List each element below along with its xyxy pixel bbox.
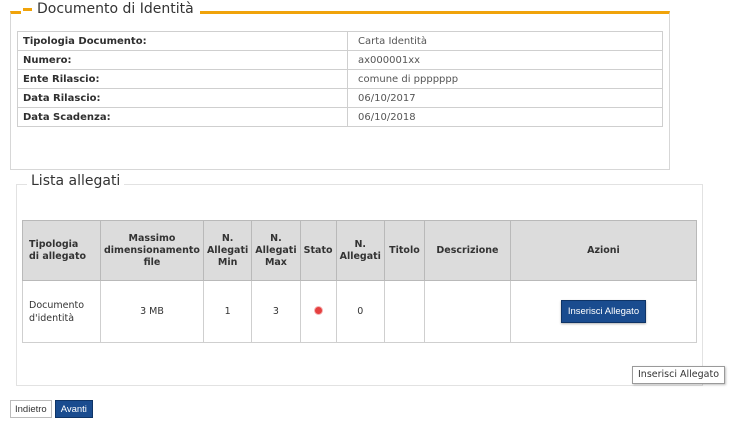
cell-titolo bbox=[383, 280, 425, 343]
info-row-numero: Numero: ax000001xx bbox=[17, 50, 663, 70]
info-row-data-rilascio: Data Rilascio: 06/10/2017 bbox=[17, 88, 663, 108]
info-row-data-scadenza: Data Scadenza: 06/10/2018 bbox=[17, 107, 663, 127]
info-value: ax000001xx bbox=[347, 50, 663, 70]
info-label: Tipologia Documento: bbox=[17, 31, 348, 51]
info-row-ente: Ente Rilascio: comune di ppppppp bbox=[17, 69, 663, 89]
cell-stato bbox=[299, 280, 337, 343]
lista-allegati-title: Lista allegati bbox=[27, 173, 125, 189]
cell-azioni: Inserisci Allegato bbox=[509, 280, 698, 343]
indietro-button[interactable]: Indietro bbox=[10, 400, 52, 418]
info-label: Numero: bbox=[17, 50, 348, 70]
header-stato: Stato bbox=[299, 220, 337, 281]
info-row-tipologia: Tipologia Documento: Carta Identità bbox=[17, 31, 663, 51]
legend-accent-line bbox=[23, 7, 32, 11]
header-azioni: Azioni bbox=[509, 220, 698, 281]
info-value: comune di ppppppp bbox=[347, 69, 663, 89]
info-label: Data Rilascio: bbox=[17, 88, 348, 108]
inserisci-allegato-button[interactable]: Inserisci Allegato bbox=[560, 300, 647, 323]
documento-identita-fieldset: Documento di Identità Tipologia Document… bbox=[10, 1, 670, 170]
status-dot-icon bbox=[314, 307, 322, 314]
allegati-table: Tipologia di allegato Massimo dimensioname… bbox=[22, 220, 698, 343]
header-descrizione: Descrizione bbox=[423, 220, 511, 281]
info-value: 06/10/2017 bbox=[347, 88, 663, 108]
allegati-header-row: Tipologia di allegato Massimo dimensioname… bbox=[22, 220, 698, 281]
cell-min: 1 bbox=[202, 280, 253, 343]
documento-identita-legend: Documento di Identità bbox=[21, 1, 200, 17]
info-label: Ente Rilascio: bbox=[17, 69, 348, 89]
header-n-allegati: N. Allegati bbox=[335, 220, 385, 281]
documento-identita-title: Documento di Identità bbox=[37, 1, 194, 17]
info-label: Data Scadenza: bbox=[17, 107, 348, 127]
cell-tipologia: Documento d'identità bbox=[22, 280, 101, 343]
header-allegati-min: N. Allegati Min bbox=[202, 220, 253, 281]
header-massimo-dimensionamento: Massimo dimensionamento file bbox=[100, 220, 204, 281]
info-value: Carta Identità bbox=[347, 31, 663, 51]
header-tipologia: Tipologia di allegato bbox=[22, 220, 101, 281]
navigation-buttons: Indietro Avanti bbox=[10, 400, 93, 418]
cell-n-allegati: 0 bbox=[335, 280, 385, 343]
cell-max: 3 bbox=[251, 280, 301, 343]
header-allegati-max: N. Allegati Max bbox=[251, 220, 301, 281]
info-value: 06/10/2018 bbox=[347, 107, 663, 127]
avanti-button[interactable]: Avanti bbox=[54, 400, 93, 418]
lista-allegati-fieldset: Lista allegati Tipologia di allegato Mass… bbox=[16, 173, 703, 386]
documento-info-table: Tipologia Documento: Carta Identità Nume… bbox=[17, 31, 663, 127]
table-row: Documento d'identità 3 MB 1 3 0 Inserisci… bbox=[22, 280, 698, 343]
tooltip: Inserisci Allegato bbox=[632, 366, 726, 384]
cell-massimo: 3 MB bbox=[100, 280, 204, 343]
cell-descrizione bbox=[423, 280, 511, 343]
header-titolo: Titolo bbox=[383, 220, 425, 281]
